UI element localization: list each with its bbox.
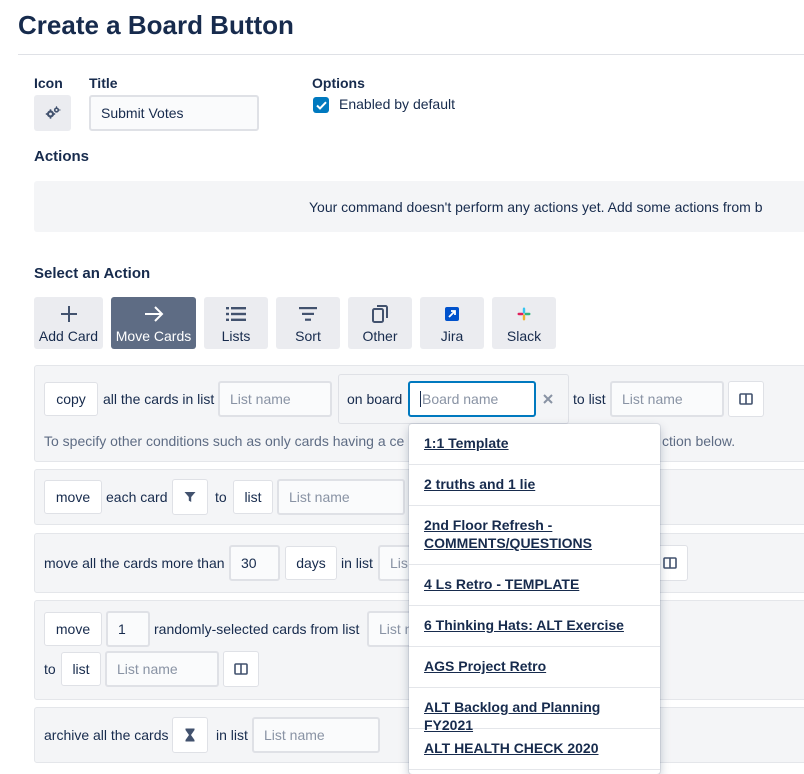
columns-icon (663, 557, 677, 569)
text-caret (420, 391, 421, 407)
in-list-text: in list (341, 555, 373, 571)
list-icon (226, 306, 246, 321)
move-older-text: move all the cards more than (44, 555, 225, 571)
columns-icon (739, 393, 753, 405)
plus-icon (60, 305, 77, 322)
filter-icon (184, 492, 196, 502)
board-dropdown: 1:1 Template 2 truths and 1 lie 2nd Floo… (409, 424, 660, 774)
each-card-text: each card (106, 489, 168, 505)
days-count-input[interactable]: 30 (229, 545, 280, 581)
to-text: to (44, 661, 56, 677)
columns-icon (234, 663, 248, 675)
tab-label: Jira (440, 327, 464, 344)
tab-label: Add Card (38, 327, 99, 344)
enabled-checkbox[interactable] (313, 97, 329, 113)
copy-row-text: all the cards in list (103, 391, 215, 407)
title-input[interactable]: Submit Votes (89, 95, 259, 131)
time-filter-button[interactable] (172, 717, 208, 753)
options-label: Options (312, 75, 365, 91)
actions-empty-text: Your command doesn't perform any actions… (309, 199, 763, 215)
board-option[interactable]: 6 Thinking Hats: ALT Exercise (409, 606, 660, 647)
select-action-heading: Select an Action (34, 265, 151, 282)
tab-other[interactable]: Other (348, 297, 412, 349)
tab-move-cards[interactable]: Move Cards (111, 297, 196, 349)
tab-jira[interactable]: Jira (420, 297, 484, 349)
in-list-text: in list (216, 727, 248, 743)
icon-label: Icon (34, 75, 63, 91)
copy-row-hint-left: To specify other conditions such as only… (44, 433, 405, 449)
board-name-input[interactable]: Board name (408, 381, 536, 417)
board-option[interactable]: AGS Project Retro (409, 647, 660, 688)
board-option[interactable]: ALT Backlog and Planning FY2021 (409, 688, 660, 733)
filter-button[interactable] (172, 479, 208, 515)
to-list-text: to list (573, 391, 606, 407)
page-title: Create a Board Button (18, 10, 294, 40)
to-text: to (215, 489, 227, 505)
random-count-input[interactable]: 1 (106, 611, 150, 647)
board-name-placeholder: Board name (422, 391, 499, 407)
tab-lists[interactable]: Lists (204, 297, 268, 349)
time-unit-select[interactable]: days (285, 546, 337, 580)
arrow-right-icon (144, 305, 163, 322)
slack-icon (517, 307, 531, 320)
list-picker-button[interactable] (223, 651, 259, 687)
copy-to-list-input[interactable]: List name (610, 381, 724, 417)
enabled-checkbox-label[interactable]: Enabled by default (339, 96, 455, 112)
randomly-selected-text: randomly-selected cards from list (154, 621, 360, 637)
close-icon (543, 394, 553, 404)
tab-slack[interactable]: Slack (492, 297, 556, 349)
board-option[interactable]: 4 Ls Retro - TEMPLATE (409, 565, 660, 606)
move-verb-select[interactable]: move (44, 480, 102, 514)
random-list-position-select[interactable]: list (61, 652, 101, 686)
tab-label: Sort (295, 327, 321, 344)
archive-list-input[interactable]: List name (252, 717, 380, 753)
title-divider (18, 54, 804, 55)
archive-text: archive all the cards (44, 727, 169, 743)
list-position-select[interactable]: list (233, 480, 273, 514)
list-picker-button[interactable] (728, 381, 764, 417)
board-option[interactable]: 2 truths and 1 lie (409, 465, 660, 506)
tab-label: Other (362, 327, 398, 344)
copy-list-input[interactable]: List name (218, 381, 332, 417)
copy-row-hint-right: ction below. (662, 433, 736, 449)
copy-icon (372, 304, 388, 323)
gears-icon (45, 106, 60, 119)
sort-icon (299, 306, 317, 321)
clear-board-button[interactable] (541, 391, 555, 407)
title-label: Title (89, 75, 118, 91)
jira-icon (445, 306, 459, 321)
tab-add-card[interactable]: Add Card (34, 297, 103, 349)
tab-label: Slack (506, 327, 542, 344)
check-icon (315, 101, 327, 110)
icon-picker-button[interactable] (34, 95, 71, 131)
board-option[interactable]: 2nd Floor Refresh - COMMENTS/QUESTIONS (409, 506, 660, 565)
hourglass-icon (185, 728, 195, 742)
actions-heading: Actions (34, 148, 90, 165)
tab-label: Lists (221, 327, 251, 344)
on-board-text: on board (347, 391, 403, 407)
tab-sort[interactable]: Sort (276, 297, 340, 349)
board-option[interactable]: 1:1 Template (409, 424, 660, 465)
copy-verb-select[interactable]: copy (44, 382, 98, 416)
board-option[interactable]: ALT HEALTH CHECK 2020 (409, 729, 660, 770)
move-each-list-input[interactable]: List name (277, 479, 405, 515)
random-to-list-input[interactable]: List name (105, 651, 219, 687)
move-random-verb-select[interactable]: move (44, 612, 102, 646)
random-from-list-input[interactable]: List n (367, 611, 411, 647)
tab-label: Move Cards (115, 327, 192, 344)
